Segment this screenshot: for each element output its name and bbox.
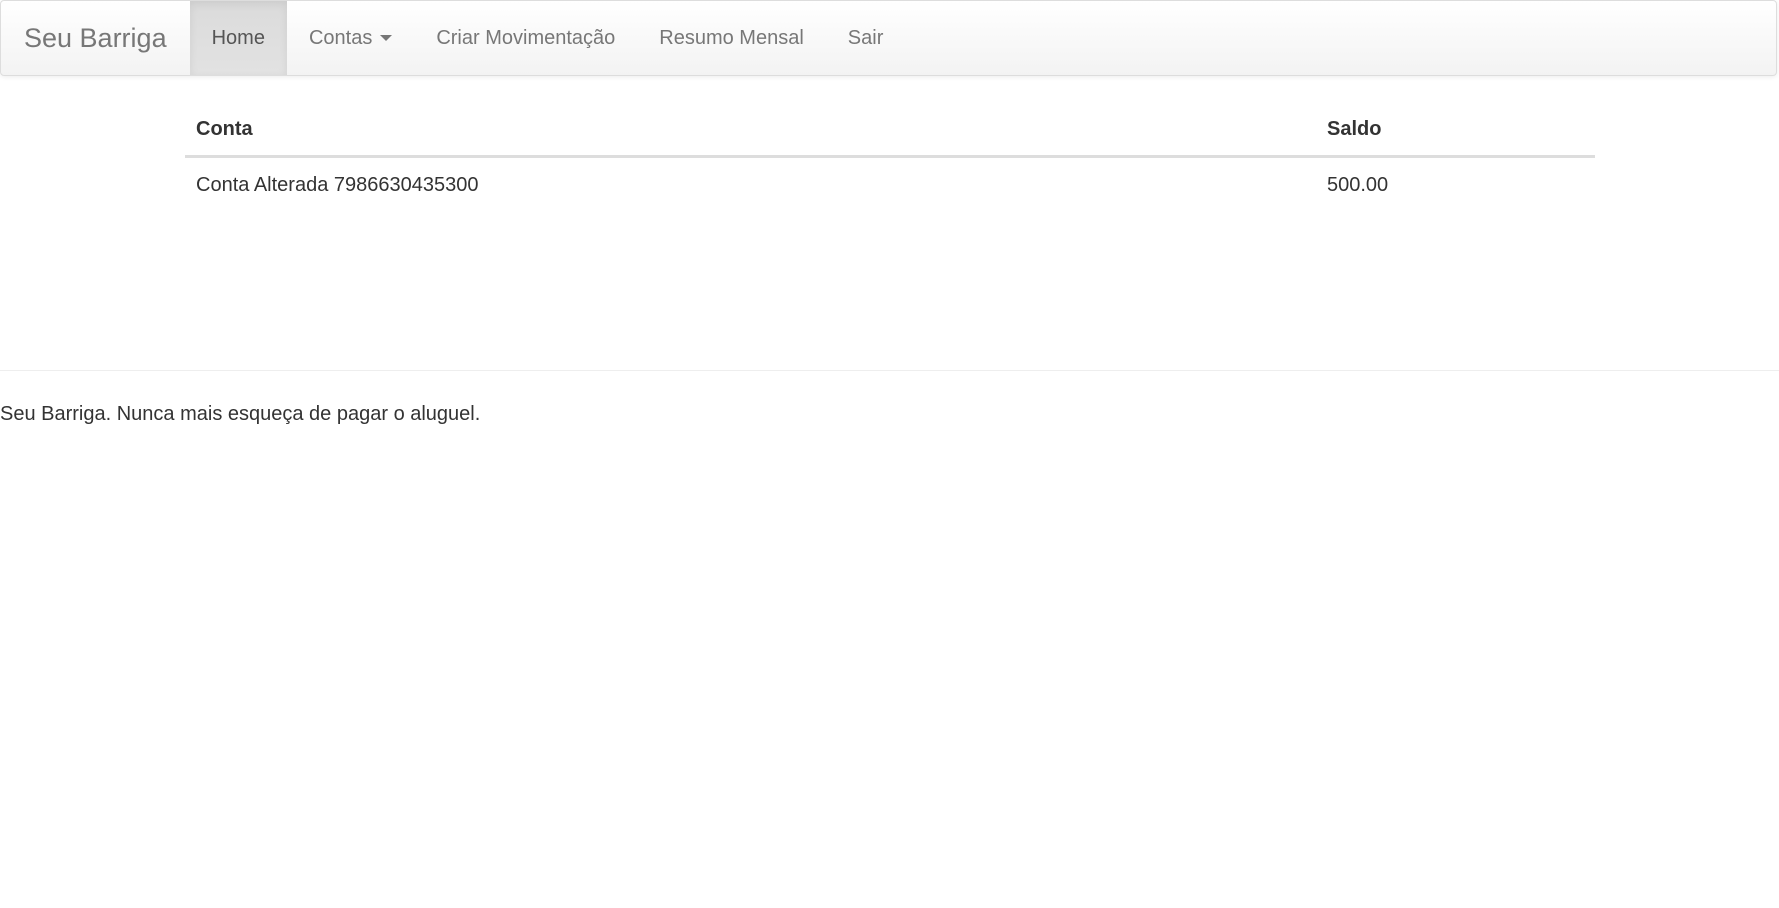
nav-item-sair[interactable]: Sair: [826, 1, 906, 75]
column-header-conta: Conta: [185, 106, 1316, 158]
brand-link[interactable]: Seu Barriga: [1, 1, 190, 75]
nav-item-resumo-mensal[interactable]: Resumo Mensal: [637, 1, 826, 75]
cell-saldo: 500.00: [1327, 174, 1389, 196]
main-content: Conta Saldo Conta Alterada 7986630435300…: [185, 106, 1595, 209]
table-body: Conta Alterada 7986630435300 500.00: [185, 157, 1595, 210]
table-header: Conta Saldo: [185, 106, 1595, 158]
nav-item-sair-label: Sair: [847, 26, 884, 49]
nav-item-home-label: Home: [211, 26, 265, 49]
footer-divider: [0, 370, 1779, 371]
nav-item-contas-label: Contas: [308, 26, 373, 49]
nav-item-home[interactable]: Home: [189, 1, 287, 75]
nav-item-criar-movimentacao-label: Criar Movimentação: [436, 26, 616, 49]
nav-item-criar-movimentacao[interactable]: Criar Movimentação: [414, 1, 637, 75]
nav-item-resumo-mensal-label: Resumo Mensal: [659, 26, 804, 49]
table-header-row: Conta Saldo: [185, 106, 1595, 158]
main-nav: Home Contas Criar Movimentação Resumo Me…: [189, 1, 906, 75]
column-header-saldo: Saldo: [1316, 106, 1595, 158]
nav-item-contas[interactable]: Contas: [287, 1, 414, 75]
caret-down-icon: [380, 35, 393, 41]
cell-conta: Conta Alterada 7986630435300: [196, 174, 479, 196]
table-row: Conta Alterada 7986630435300 500.00: [185, 157, 1595, 210]
accounts-table: Conta Saldo Conta Alterada 7986630435300…: [185, 106, 1595, 209]
footer-text: Seu Barriga. Nunca mais esqueça de pagar…: [0, 403, 481, 425]
top-navbar: Seu Barriga Home Contas Criar Movimentaç…: [0, 0, 1777, 76]
